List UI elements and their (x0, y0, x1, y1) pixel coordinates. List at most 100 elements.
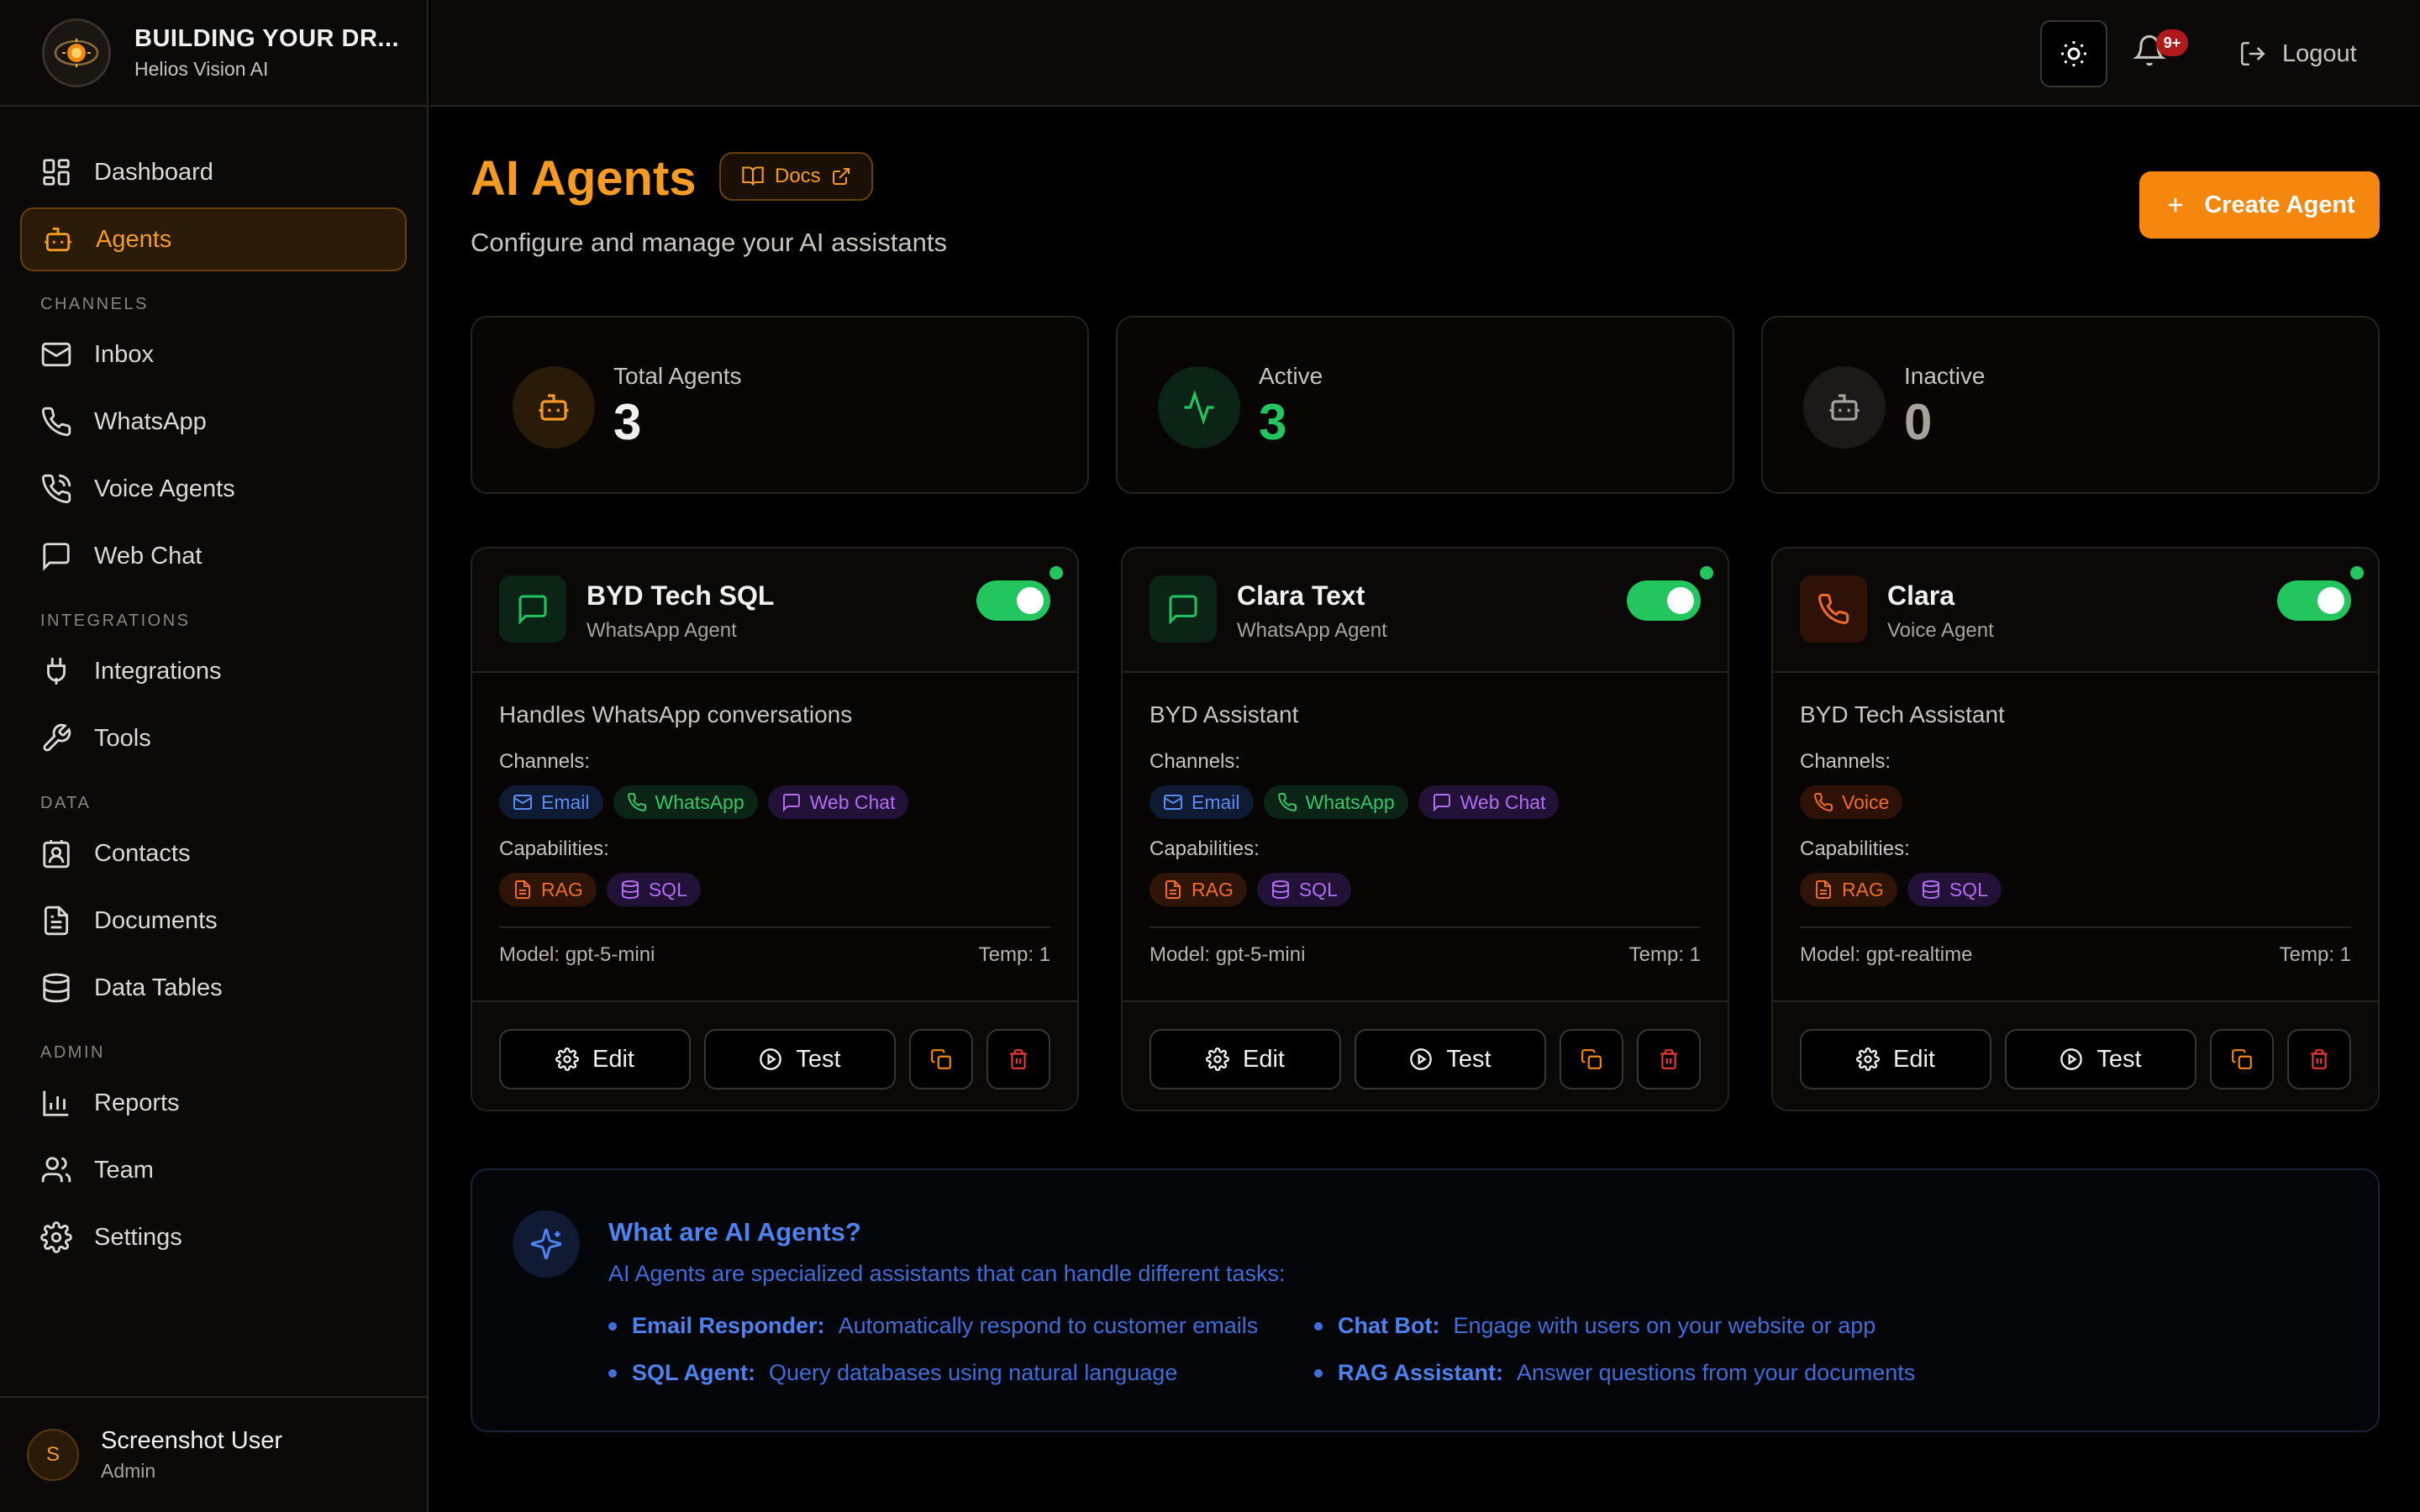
chip-label: WhatsApp (655, 790, 744, 813)
brand-subtitle: Helios Vision AI (134, 57, 269, 80)
copy-icon (1581, 1049, 1602, 1069)
sidebar-item-dashboard[interactable]: Dashboard (20, 140, 407, 204)
chip-label: Email (541, 790, 590, 813)
test-button[interactable]: Test (1355, 1029, 1546, 1089)
sidebar-item-label: Agents (96, 225, 172, 253)
agent-description: BYD Tech Assistant (1800, 701, 2005, 727)
info-bullet-key: Chat Bot: (1338, 1313, 1440, 1338)
sidebar-item-integrations[interactable]: Integrations (20, 639, 407, 703)
toggle-knob (1017, 587, 1044, 614)
agent-type: WhatsApp Agent (587, 619, 737, 642)
edit-button[interactable]: Edit (1150, 1029, 1341, 1089)
duplicate-button[interactable] (2210, 1029, 2274, 1089)
sidebar-item-contacts[interactable]: Contacts (20, 822, 407, 885)
bot-icon (513, 366, 595, 449)
sidebar-item-agents[interactable]: Agents (20, 207, 407, 271)
sidebar-item-documents[interactable]: Documents (20, 889, 407, 953)
copy-icon (931, 1049, 951, 1069)
brand[interactable]: BUILDING YOUR DR... Helios Vision AI (0, 0, 427, 107)
sidebar-item-tools[interactable]: Tools (20, 706, 407, 770)
plus-icon (2169, 197, 2183, 213)
stat-value: 0 (1904, 394, 1933, 450)
main-content: AI Agents Docs Configure and manage your… (430, 108, 2420, 1512)
agent-enabled-toggle[interactable] (976, 580, 1050, 621)
agent-type: WhatsApp Agent (1237, 619, 1387, 642)
file-text-icon (1816, 880, 1831, 899)
chip-voice: Voice (1800, 785, 1903, 819)
sidebar-item-label: Settings (94, 1223, 182, 1251)
agent-temperature: Temp: 1 (2279, 943, 2351, 966)
info-bullet-text: Automatically respond to customer emails (838, 1313, 1259, 1338)
sidebar-item-data-tables[interactable]: Data Tables (20, 956, 407, 1020)
info-description: AI Agents are specialized assistants tha… (608, 1261, 1286, 1286)
info-bullet: Chat Bot: Engage with users on your websi… (1314, 1313, 1876, 1339)
duplicate-button[interactable] (1560, 1029, 1623, 1089)
delete-button[interactable] (986, 1029, 1050, 1089)
chip-label: SQL (1298, 878, 1338, 900)
chip-sql: SQL (606, 873, 701, 906)
external-link-icon (832, 168, 850, 185)
sidebar-item-team[interactable]: Team (20, 1138, 407, 1202)
chip-webchat: Web Chat (767, 785, 909, 819)
database-icon (1922, 880, 1939, 900)
edit-label: Edit (592, 1045, 634, 1073)
nav-section-data: DATA (40, 794, 92, 812)
trash-icon (1010, 1049, 1027, 1069)
create-agent-button[interactable]: Create Agent (2139, 171, 2380, 239)
info-bullet: Email Responder: Automatically respond to… (608, 1313, 1258, 1339)
contact-icon (43, 840, 70, 869)
brand-logo-icon (42, 18, 111, 87)
channels-label: Channels: (499, 750, 591, 773)
sidebar-item-label: Reports (94, 1089, 180, 1116)
agent-enabled-toggle[interactable] (1627, 580, 1701, 621)
sidebar-item-inbox[interactable]: Inbox (20, 323, 407, 386)
divider (1800, 927, 2351, 928)
agent-card: Clara Text WhatsApp Agent BYD Assistant Cha… (1121, 547, 1729, 1111)
chip-rag: RAG (1150, 873, 1247, 906)
edit-button[interactable]: Edit (1800, 1029, 1991, 1089)
nav-section-integrations: INTEGRATIONS (40, 612, 191, 630)
edit-label: Edit (1893, 1045, 1935, 1073)
toggle-knob (2317, 587, 2344, 614)
message-square-icon (1433, 794, 1450, 812)
test-label: Test (2096, 1045, 2142, 1073)
duplicate-button[interactable] (909, 1029, 973, 1089)
docs-button[interactable]: Docs (719, 152, 873, 201)
agent-enabled-toggle[interactable] (2277, 580, 2351, 621)
agent-card-actions: Edit Test (1773, 1000, 2378, 1110)
theme-toggle-button[interactable] (2040, 20, 2107, 87)
gear-icon (555, 1047, 579, 1071)
sidebar-item-whatsapp[interactable]: WhatsApp (20, 390, 407, 454)
chip-label: WhatsApp (1305, 790, 1395, 813)
user-profile[interactable]: S Screenshot User Admin (0, 1396, 427, 1512)
logout-button[interactable]: Logout (2238, 34, 2357, 74)
sidebar-item-voice-agents[interactable]: Voice Agents (20, 457, 407, 521)
sidebar-item-web-chat[interactable]: Web Chat (20, 524, 407, 588)
users-icon (41, 1157, 71, 1183)
delete-button[interactable] (2287, 1029, 2351, 1089)
chip-label: RAG (1842, 878, 1884, 900)
chip-rag: RAG (499, 873, 597, 906)
chip-email: Email (1150, 785, 1254, 819)
message-square-icon (1150, 575, 1217, 643)
stat-label: Inactive (1904, 363, 1986, 389)
page-subtitle: Configure and manage your AI assistants (471, 228, 947, 257)
delete-button[interactable] (1637, 1029, 1701, 1089)
stat-value: 3 (613, 394, 642, 450)
file-text-icon (1165, 880, 1181, 899)
sidebar-item-reports[interactable]: Reports (20, 1071, 407, 1135)
test-button[interactable]: Test (704, 1029, 896, 1089)
sidebar-item-settings[interactable]: Settings (20, 1205, 407, 1269)
create-agent-label: Create Agent (2204, 191, 2355, 218)
play-circle-icon (1410, 1048, 1433, 1070)
agent-model: Model: gpt-5-mini (1150, 943, 1306, 966)
agent-card-header: BYD Tech SQL WhatsApp Agent (472, 549, 1077, 673)
file-text-icon (44, 906, 69, 936)
sidebar-item-label: Voice Agents (94, 475, 235, 502)
status-dot (1047, 564, 1065, 582)
logout-label: Logout (2282, 39, 2357, 67)
chip-label: Web Chat (809, 790, 896, 813)
sidebar-item-label: Inbox (94, 340, 154, 368)
test-button[interactable]: Test (2005, 1029, 2196, 1089)
edit-button[interactable]: Edit (499, 1029, 691, 1089)
